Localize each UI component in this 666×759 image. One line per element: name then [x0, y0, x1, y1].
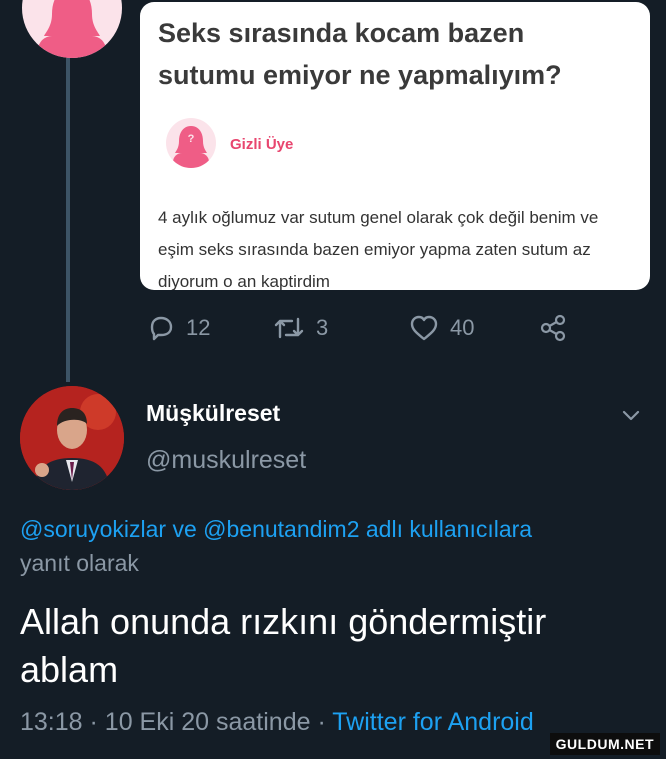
reply-count: 12 — [186, 315, 211, 340]
tweet-meta: 13:18 · 10 Eki 20 saatinde · Twitter for… — [20, 708, 534, 737]
tweet-text: Allah onunda rızkını göndermiştir ablam — [20, 601, 547, 690]
anonymous-woman-icon: ? — [173, 126, 209, 168]
share-icon — [540, 314, 566, 342]
reply-connector: ve — [172, 516, 197, 542]
mention-link[interactable]: @soruyokizlar — [20, 516, 166, 542]
question-card[interactable]: Seks sırasında kocam bazen sutumu emiyor… — [140, 2, 650, 290]
tweet-actions: 12 3 40 — [146, 306, 586, 350]
tweet-time[interactable]: 13:18 — [20, 708, 83, 736]
reply-button[interactable]: 12 — [146, 306, 210, 350]
anonymous-woman-icon — [38, 0, 106, 58]
reply-label: yanıt olarak — [20, 550, 139, 576]
reply-header: Müşkülreset @muskulreset — [20, 386, 646, 496]
meta-separator: · — [89, 708, 98, 736]
user-handle[interactable]: @muskulreset — [146, 446, 306, 475]
member-name: Gizli Üye — [230, 136, 294, 153]
retweet-button[interactable]: 3 — [272, 306, 328, 350]
anonymous-avatar[interactable] — [22, 0, 122, 58]
tweet-date[interactable]: 10 Eki 20 saatinde — [105, 708, 311, 736]
meta-separator: · — [317, 708, 326, 736]
question-title: Seks sırasında kocam bazen sutumu emiyor… — [158, 18, 562, 90]
chevron-down-icon[interactable] — [616, 400, 646, 430]
like-button[interactable]: 40 — [408, 306, 474, 350]
mention-link[interactable]: @benutandim2 — [203, 516, 359, 542]
svg-text:?: ? — [188, 133, 195, 145]
user-avatar-image — [20, 386, 124, 490]
like-count: 40 — [450, 315, 475, 340]
reply-suffix: adlı kullanıcılara — [365, 516, 533, 542]
member-avatar: ? — [166, 118, 216, 168]
tweet-source[interactable]: Twitter for Android — [332, 708, 533, 736]
share-button[interactable] — [538, 306, 568, 350]
reply-icon — [150, 316, 173, 341]
question-body: 4 aylık oğlumuz var sutum genel olarak ç… — [158, 208, 599, 290]
reply-context: @soruyokizlar ve @benutandim2 adlı kulla… — [20, 512, 650, 580]
heart-icon — [410, 315, 438, 341]
watermark: GULDUM.NET — [549, 733, 660, 755]
retweet-count: 3 — [316, 315, 329, 340]
thread-line — [66, 58, 70, 382]
retweet-icon — [274, 317, 304, 339]
display-name[interactable]: Müşkülreset — [146, 400, 280, 427]
avatar[interactable] — [20, 386, 124, 490]
